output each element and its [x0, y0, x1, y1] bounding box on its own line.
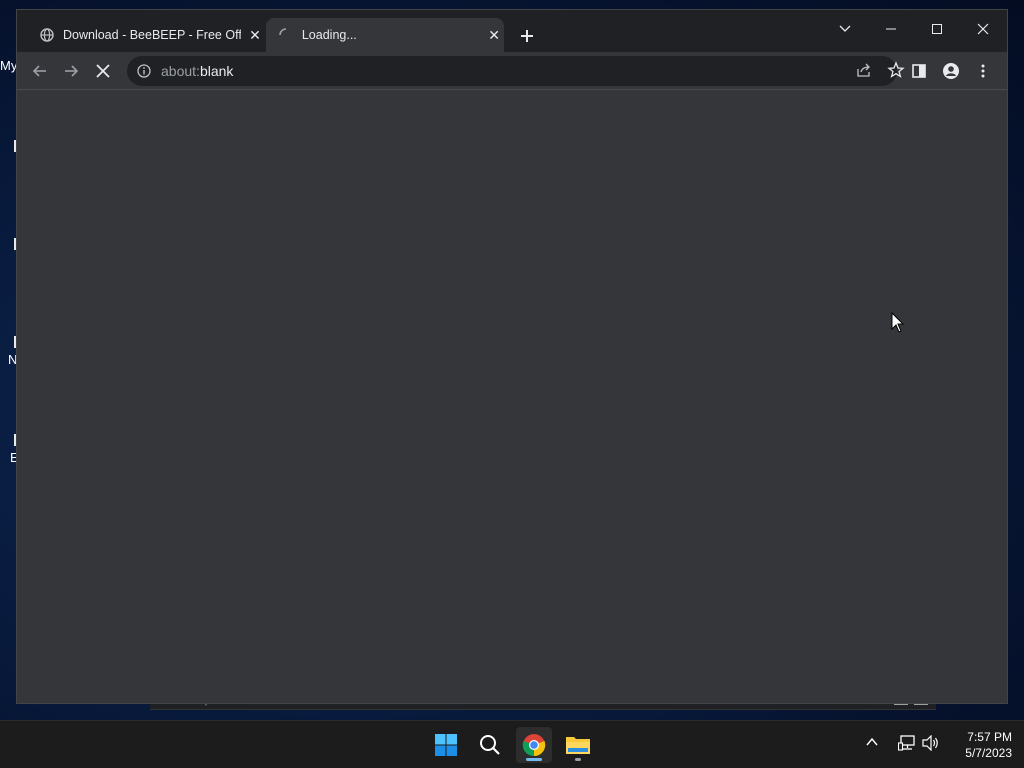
new-tab-button[interactable] [515, 24, 539, 48]
stop-loading-icon [96, 64, 110, 78]
loading-spinner-icon [278, 27, 294, 43]
volume-icon[interactable] [922, 734, 940, 756]
taskbar: 7:57 PM 5/7/2023 [0, 720, 1024, 768]
maximize-button[interactable] [914, 14, 960, 44]
forward-arrow-icon [65, 65, 79, 77]
globe-icon [39, 27, 55, 43]
kebab-menu-icon [981, 64, 985, 78]
close-window-button[interactable] [960, 14, 1006, 44]
url-text[interactable]: about:blank [161, 63, 233, 79]
forward-button[interactable] [57, 57, 85, 85]
windows-start-icon [435, 734, 457, 756]
side-panel-icon [912, 64, 926, 78]
maximize-icon [932, 24, 942, 34]
tab-title: Download - BeeBEEP - Free Office Messeng… [63, 28, 241, 42]
star-icon[interactable] [887, 61, 905, 84]
side-panel-button[interactable] [905, 57, 933, 85]
profile-button[interactable] [937, 57, 965, 85]
tab-search-button[interactable] [822, 14, 868, 44]
address-bar[interactable]: about:blank [127, 56, 905, 86]
url-path: blank [199, 63, 234, 79]
search-icon [480, 735, 500, 755]
minimize-button[interactable] [868, 14, 914, 44]
tab-title: Loading... [301, 28, 357, 42]
chevron-up-icon[interactable] [866, 735, 878, 753]
tab-loading[interactable]: Loading... ✕ [266, 18, 504, 52]
share-icon[interactable] [855, 61, 873, 84]
system-clock[interactable]: 7:57 PM 5/7/2023 [948, 729, 1012, 761]
url-scheme: about: [161, 63, 200, 79]
close-icon [977, 23, 989, 35]
browser-toolbar: about:blank [17, 52, 1007, 90]
back-button[interactable] [26, 57, 54, 85]
browser-menu-button[interactable] [969, 57, 997, 85]
running-indicator [575, 758, 581, 761]
clock-date: 5/7/2023 [965, 746, 1012, 760]
taskbar-file-explorer-button[interactable] [560, 727, 596, 763]
file-explorer-icon [566, 737, 590, 754]
start-button[interactable] [428, 727, 464, 763]
tab-close-icon[interactable]: ✕ [245, 25, 265, 45]
stop-loading-button[interactable] [89, 57, 117, 85]
mouse-cursor-icon [891, 312, 905, 333]
chevron-down-icon [839, 25, 851, 32]
profile-icon [943, 63, 959, 79]
taskbar-search-button[interactable] [472, 727, 508, 763]
desktop-icon-label-my[interactable]: My [0, 58, 18, 73]
plus-icon [521, 30, 533, 42]
active-indicator [526, 758, 542, 761]
tab-beebeep-download[interactable]: Download - BeeBEEP - Free Office Messeng… [27, 18, 265, 52]
info-icon[interactable] [135, 62, 153, 80]
chrome-icon [522, 734, 546, 757]
tab-strip: Download - BeeBEEP - Free Office Messeng… [17, 10, 1007, 52]
network-icon[interactable] [897, 735, 916, 756]
minimize-icon [886, 28, 896, 30]
clock-time: 7:57 PM [967, 730, 1012, 744]
browser-window: Download - BeeBEEP - Free Office Messeng… [17, 10, 1007, 703]
back-arrow-icon [32, 65, 46, 77]
tab-close-icon[interactable]: ✕ [484, 25, 504, 45]
taskbar-chrome-button[interactable] [516, 727, 552, 763]
page-content-blank[interactable] [17, 90, 1007, 703]
